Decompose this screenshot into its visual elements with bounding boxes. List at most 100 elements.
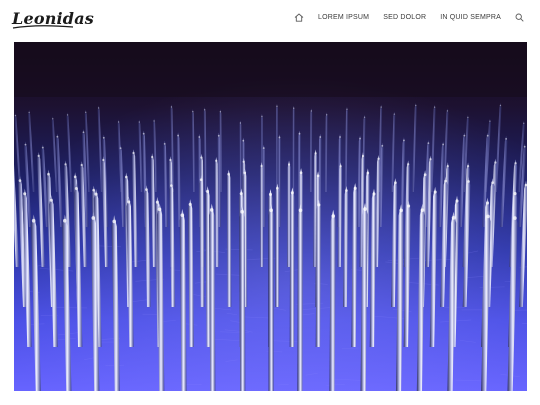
pin-highlight — [415, 104, 417, 107]
pin-highlight — [353, 186, 357, 190]
pin-highlight — [138, 121, 140, 123]
pin-highlight — [514, 162, 517, 165]
pin-highlight — [298, 132, 301, 135]
pin-highlight — [361, 154, 365, 158]
pin-highlight — [192, 110, 194, 113]
pin-highlight — [377, 157, 380, 160]
pin-highlight — [485, 201, 490, 205]
pin-highlight — [268, 192, 273, 196]
pin-highlight — [446, 164, 449, 168]
pin-highlight — [170, 184, 173, 187]
metal-pin — [289, 187, 295, 347]
pin-highlight — [523, 145, 526, 148]
metal-pin — [268, 203, 274, 391]
pin-highlight — [290, 191, 294, 195]
pin-highlight — [199, 178, 203, 182]
pin-highlight — [170, 106, 173, 108]
pin-highlight — [243, 171, 247, 175]
pin-highlight — [359, 137, 361, 140]
pin-highlight — [56, 135, 59, 138]
pin-highlight — [269, 208, 273, 213]
pin-highlight — [261, 115, 263, 118]
metal-pin — [239, 205, 246, 391]
pin-highlight — [209, 208, 214, 212]
pin-highlight — [486, 134, 489, 137]
pin-highlight — [467, 180, 470, 183]
pin-highlight — [372, 192, 376, 196]
pin-highlight — [203, 109, 206, 111]
pin-highlight — [393, 113, 396, 115]
pin-highlight — [513, 216, 517, 220]
pin-highlight — [467, 116, 469, 119]
nav-in-quid-sempra[interactable]: IN QUID SEMPRA — [440, 14, 501, 21]
pin-highlight — [513, 192, 517, 196]
pin-highlight — [363, 116, 366, 118]
pin-highlight — [169, 158, 172, 162]
pin-highlight — [66, 114, 69, 116]
pin-highlight — [119, 147, 122, 150]
pin-highlight — [82, 131, 85, 134]
home-icon — [294, 13, 304, 22]
pin-highlight — [85, 111, 87, 114]
pin-highlight — [298, 208, 303, 213]
pin-highlight — [102, 136, 105, 139]
pin-highlight — [523, 122, 525, 125]
pin-highlight — [429, 158, 432, 161]
pin-highlight — [24, 143, 27, 146]
pin-highlight — [451, 216, 456, 220]
pin-highlight — [446, 110, 449, 112]
pin-highlight — [394, 181, 397, 185]
search-icon — [515, 13, 524, 22]
pin-highlight — [41, 146, 44, 149]
pin-highlight — [52, 118, 54, 120]
pin-highlight — [200, 156, 203, 159]
pin-highlight — [240, 209, 245, 214]
pin-highlight — [23, 192, 27, 196]
nav-search[interactable] — [515, 13, 524, 22]
pin-highlight — [73, 175, 77, 179]
pin-highlight — [217, 134, 220, 137]
pin-highlight — [242, 139, 245, 142]
pin-highlight — [157, 207, 162, 212]
pins-photo — [14, 42, 527, 391]
pin-highlight — [94, 192, 98, 196]
pin-highlight — [381, 144, 384, 147]
pin-highlight — [215, 159, 218, 162]
pin-highlight — [28, 111, 30, 114]
main-nav: LOREM IPSUM SED DOLOR IN QUID SEMPRA — [294, 13, 524, 22]
pin-highlight — [151, 155, 154, 159]
pin-highlight — [491, 181, 494, 185]
pin-highlight — [14, 114, 17, 117]
pin-highlight — [455, 199, 459, 203]
pin-highlight — [339, 136, 341, 138]
pin-highlight — [63, 218, 67, 223]
nav-sed-dolor[interactable]: SED DOLOR — [383, 14, 426, 21]
pin-highlight — [319, 136, 322, 138]
pin-highlight — [177, 134, 179, 137]
pin-highlight — [314, 152, 317, 155]
pin-highlight — [466, 165, 470, 168]
pin-highlight — [74, 187, 78, 191]
pin-highlight — [427, 142, 430, 145]
pin-highlight — [180, 213, 185, 217]
nav-home[interactable] — [294, 13, 304, 22]
pin-highlight — [145, 188, 148, 191]
pin-highlight — [142, 132, 145, 135]
pin-highlight — [37, 154, 40, 158]
pin-highlight — [407, 163, 410, 166]
pin-highlight — [420, 208, 425, 212]
pin-highlight — [275, 186, 279, 190]
pin-highlight — [346, 108, 348, 110]
pin-highlight — [227, 172, 230, 176]
pin-highlight — [97, 107, 100, 109]
pin-highlight — [494, 161, 497, 164]
pin-highlight — [433, 190, 437, 194]
pin-highlight — [124, 175, 128, 179]
pin-highlight — [242, 160, 245, 163]
pin-highlight — [380, 106, 382, 108]
nav-lorem-ipsum[interactable]: LOREM IPSUM — [318, 14, 369, 21]
pin-highlight — [155, 200, 159, 204]
pin-highlight — [325, 114, 328, 116]
pin-highlight — [399, 208, 403, 213]
pin-highlight — [112, 219, 117, 224]
